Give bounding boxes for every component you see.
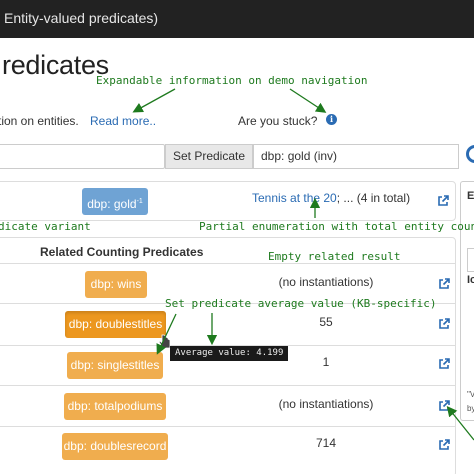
row-value: (no instantiations) xyxy=(278,397,374,411)
related-header: Related Counting Predicates xyxy=(40,245,204,259)
external-link-icon[interactable] xyxy=(438,278,450,290)
annotation-partial-enumeration: Partial enumeration with total entity co… xyxy=(199,220,474,233)
related-predicate-badge[interactable]: dbp: totalpodiums xyxy=(64,393,166,420)
average-value-tooltip: Average value: 4.199 xyxy=(170,346,289,361)
side-panel-text: E xyxy=(467,190,474,202)
row-divider xyxy=(0,385,456,386)
side-panel-input[interactable] xyxy=(467,248,474,272)
row-value: (no instantiations) xyxy=(278,275,374,289)
stuck-text: Are you stuck? xyxy=(238,114,318,128)
enumeration-text: Tennis at the 20; ... (4 in total) xyxy=(252,191,411,205)
annotation-expandable: Expandable information on demo navigatio… xyxy=(96,74,368,87)
related-predicate-badge[interactable]: dbp: doublesrecord xyxy=(62,433,168,460)
external-link-icon[interactable] xyxy=(438,400,450,412)
row-value: 714 xyxy=(315,436,337,450)
top-navbar: Entity-valued predicates) xyxy=(0,0,474,38)
side-panel-text: "V xyxy=(467,390,474,399)
row-value: 55 xyxy=(319,315,333,329)
related-predicate-badge[interactable]: dbp: singlestitles xyxy=(67,352,163,379)
side-panel-text: Ic xyxy=(467,274,474,286)
side-panel: E Ic "V by xyxy=(460,181,474,421)
related-predicate-badge[interactable]: dbp: doublestitles xyxy=(65,311,166,338)
external-link-icon[interactable] xyxy=(437,195,449,207)
set-predicate-button[interactable]: Set Predicate xyxy=(165,144,253,169)
external-link-icon[interactable] xyxy=(438,439,450,451)
search-input[interactable] xyxy=(0,144,165,169)
arrow-info xyxy=(289,88,327,113)
row-divider xyxy=(0,426,456,427)
side-panel-text: by xyxy=(467,404,474,413)
read-more-link[interactable]: Read more.. xyxy=(90,114,156,128)
predicate-field[interactable]: dbp: gold (inv) xyxy=(253,144,459,169)
navbar-title: Entity-valued predicates) xyxy=(4,10,159,26)
enumeration-link[interactable]: Tennis at the 20 xyxy=(252,191,337,205)
annotation-predicate-variant: dicate variant xyxy=(0,220,91,233)
page-title: redicates xyxy=(2,50,109,80)
annotation-empty-related: Empty related result xyxy=(268,250,401,263)
info-icon[interactable]: i xyxy=(326,114,337,125)
annotation-set-average: Set predicate average value (KB-specific… xyxy=(165,297,437,310)
arrow-read-more xyxy=(132,88,176,113)
predicate-badge[interactable]: dbp: gold-1 xyxy=(82,188,148,215)
external-link-icon[interactable] xyxy=(438,358,450,370)
external-link-icon[interactable] xyxy=(438,318,450,330)
info-text: tion on entities. xyxy=(0,114,79,128)
search-icon[interactable] xyxy=(466,145,474,163)
related-predicate-badge[interactable]: dbp: wins xyxy=(85,271,147,298)
row-divider xyxy=(0,263,456,264)
